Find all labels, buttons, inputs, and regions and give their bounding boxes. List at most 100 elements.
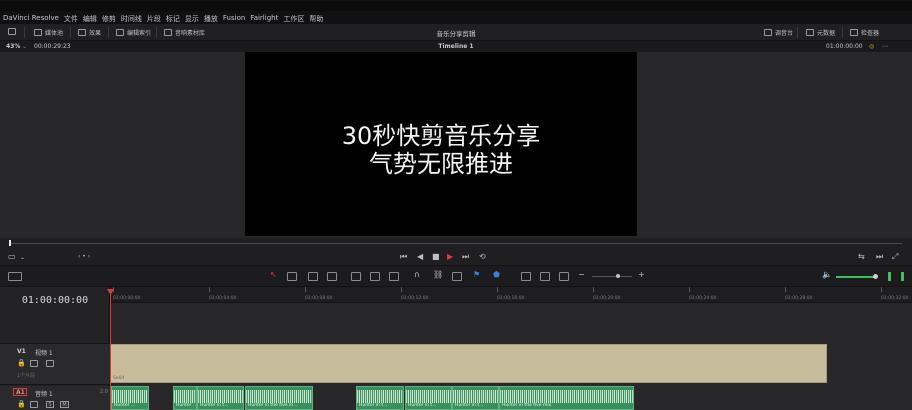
dynamic-trim-icon[interactable] (308, 272, 318, 281)
channel-level: 2.0 (100, 389, 108, 395)
audio-clip[interactable]: Hunter ... (111, 386, 149, 410)
layout-icon[interactable] (8, 272, 22, 281)
selection-tool-icon[interactable]: ↖ (270, 270, 277, 279)
solo-button[interactable]: S (46, 401, 54, 408)
skip-back-icon[interactable]: ⏮ (400, 252, 407, 262)
snapping-icon[interactable]: ∩ (414, 270, 420, 279)
title-text-line2: 气势无限推进 (369, 150, 513, 178)
timeline-name[interactable]: Timeline 1 (0, 43, 912, 50)
loop-icon[interactable]: ⟲ (479, 252, 486, 261)
lock-icon[interactable]: 🔒 (17, 359, 26, 367)
audio-waveform (174, 390, 196, 403)
audio-clip[interactable]: Hunter in t... (452, 386, 499, 410)
zoom-out-icon[interactable]: − (578, 270, 585, 279)
menu-item[interactable]: 修剪 (102, 14, 116, 24)
audio-waveform (406, 390, 451, 403)
play-icon[interactable]: ▶ (447, 252, 453, 261)
blade-tool-icon[interactable] (327, 272, 337, 281)
audio-clip-name: Hunter in the five in... (248, 403, 298, 408)
timeline-ruler[interactable]: 01:00:00:00 01:00:04:00 01:00:08:00 01:00:1… (110, 287, 912, 303)
insert-clip-icon[interactable] (351, 272, 361, 281)
ruler-label: 01:00:24:00 (689, 296, 717, 301)
mute-button[interactable]: M (60, 401, 69, 408)
divider (842, 27, 843, 38)
menu-item[interactable]: Fairlight (250, 14, 278, 24)
inspector-button[interactable]: 检查器 (850, 28, 879, 37)
audio-clip[interactable]: Hunter in the five mix (499, 386, 634, 410)
ruler-label: 01:00:00:00 (113, 296, 141, 301)
trim-tool-icon[interactable] (287, 272, 297, 281)
marker-icon[interactable]: ⬟ (493, 270, 500, 279)
replace-clip-icon[interactable] (389, 272, 399, 281)
menu-item[interactable]: 帮助 (309, 14, 323, 24)
zoom-full-icon[interactable] (521, 272, 531, 281)
next-icon[interactable]: ⏭ (876, 252, 883, 262)
viewer-mode-icon[interactable]: ▭ (8, 252, 16, 261)
jog-icon[interactable]: ‹ • › (78, 253, 90, 260)
chevron-down-icon[interactable]: ⌄ (20, 254, 25, 261)
zoom-slider[interactable] (592, 276, 632, 277)
monitor-icon[interactable] (46, 360, 54, 367)
flag-icon[interactable]: ⚑ (473, 270, 480, 279)
reverse-icon[interactable]: ◀ (417, 252, 423, 261)
inspector-label: 检查器 (861, 30, 880, 37)
audio-clip[interactable]: Hunter in the five in... (245, 386, 313, 410)
zoom-in-icon[interactable]: + (638, 270, 645, 279)
zoom-detail-icon[interactable] (540, 272, 550, 281)
video-clip[interactable]: Solid (110, 344, 827, 383)
match-frame-icon[interactable]: ⇆ (858, 252, 865, 261)
track-name-v1[interactable]: 视频 1 (35, 348, 53, 357)
audio-clip[interactable]: Hunter in t... (405, 386, 452, 410)
more-icon[interactable]: ⋯ (882, 43, 888, 50)
audio-clip[interactable]: Hunter in t... (197, 386, 244, 410)
ruler-tick (881, 287, 882, 292)
volume-slider-handle[interactable] (873, 274, 878, 279)
clip-name: Solid (113, 376, 124, 381)
audio-clip-name: Hunter in t... (359, 403, 388, 408)
speaker-icon[interactable]: 🔈 (822, 270, 832, 279)
audio-clip[interactable]: Hunter ... (173, 386, 197, 410)
mixer-button[interactable]: 调音台 (764, 28, 793, 37)
zoom-custom-icon[interactable] (559, 272, 569, 281)
link-icon[interactable]: ⛓ (433, 270, 443, 279)
zoom-slider-handle[interactable] (616, 274, 620, 278)
divider (797, 27, 798, 38)
menu-item[interactable]: 标记 (166, 14, 180, 24)
lock-icon[interactable] (452, 272, 462, 281)
menu-item[interactable]: 编辑 (83, 14, 97, 24)
audio-clip[interactable]: Hunter in t... (356, 386, 404, 410)
audio-waveform (357, 390, 403, 403)
audio-waveform (246, 390, 312, 403)
fullscreen-icon[interactable]: ⤢ (892, 252, 898, 262)
stop-icon[interactable]: ■ (432, 252, 440, 261)
inspector-icon (850, 29, 858, 36)
timeline-playhead[interactable] (110, 291, 111, 410)
volume-slider[interactable] (836, 276, 876, 278)
options-icon[interactable]: ◎ (869, 43, 874, 50)
ruler-tick (689, 287, 690, 292)
ruler-label: 01:00:08:00 (305, 296, 333, 301)
scrubber-bar[interactable] (0, 238, 912, 248)
ruler-tick (401, 287, 402, 292)
metadata-button[interactable]: 元数据 (806, 28, 835, 37)
audio-clip-name: Hunter ... (114, 403, 136, 408)
lock-icon[interactable]: 🔒 (17, 400, 26, 408)
menu-item[interactable]: 片段 (147, 14, 161, 24)
menu-item[interactable]: 文件 (64, 14, 78, 24)
skip-forward-icon[interactable]: ⏭ (462, 252, 469, 262)
overwrite-clip-icon[interactable] (370, 272, 380, 281)
menu-item[interactable]: 播放 (204, 14, 218, 24)
menu-item[interactable]: 工作区 (283, 14, 304, 24)
menu-item[interactable]: 显示 (185, 14, 199, 24)
ruler-label: 01:00:28:00 (785, 296, 813, 301)
scrubber-playhead[interactable] (9, 240, 11, 246)
audio-clip-name: Hunter in the five mix (502, 403, 552, 408)
auto-select-icon[interactable] (30, 360, 38, 367)
track-name-a1[interactable]: 音频 1 (35, 389, 53, 398)
menu-item[interactable]: DaVinci Resolve (3, 14, 59, 24)
auto-select-icon[interactable] (30, 401, 38, 408)
menu-item[interactable]: 时间线 (121, 14, 142, 24)
menu-item[interactable]: Fusion (223, 14, 245, 24)
ruler-tick (593, 287, 594, 292)
menu-items: DaVinci Resolve 文件 编辑 修剪 时间线 片段 标记 显示 播放 Fusion Fa… (3, 14, 323, 24)
